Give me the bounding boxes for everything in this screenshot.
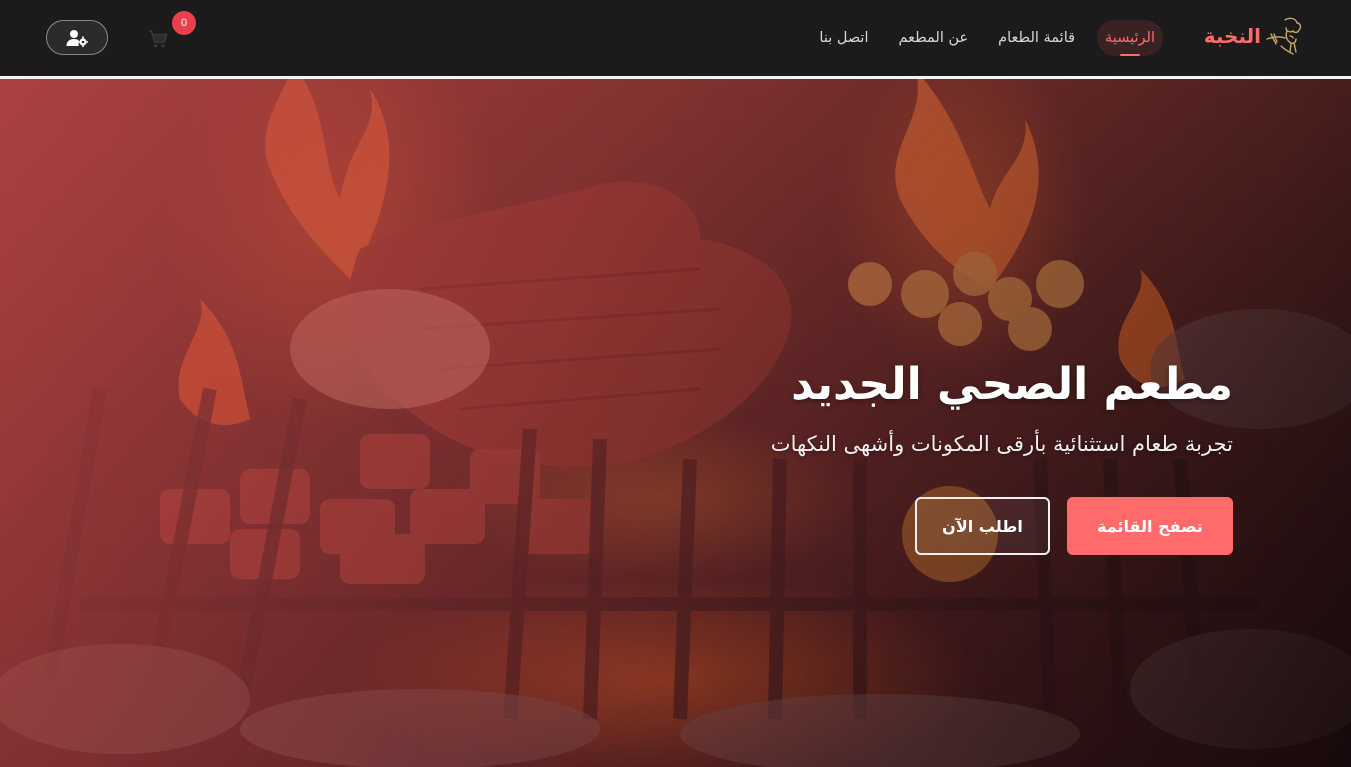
chef-logo-icon <box>1266 17 1302 55</box>
hero-title: مطعم الصحي الجديد <box>791 359 1233 410</box>
hero-subtitle: تجربة طعام استثنائية بأرقى المكونات وأشه… <box>770 432 1233 456</box>
nav-link-about[interactable]: عن المطعم <box>890 21 976 55</box>
brand-logo-link[interactable]: النخبة <box>1204 14 1305 58</box>
cart-icon <box>148 30 168 48</box>
hero-section: مطعم الصحي الجديد تجربة طعام استثنائية ب… <box>0 79 1351 767</box>
order-now-button[interactable]: اطلب الآن <box>915 497 1050 555</box>
hero-actions: تصفح القائمة اطلب الآن <box>593 497 1233 555</box>
hero-content: مطعم الصحي الجديد تجربة طعام استثنائية ب… <box>593 355 1233 555</box>
user-settings-icon <box>66 29 88 47</box>
cart-count-badge: 0 <box>172 11 196 35</box>
nav-link-home[interactable]: الرئيسية <box>1097 20 1163 56</box>
user-settings-button[interactable] <box>46 20 108 55</box>
brand-name: النخبة <box>1203 24 1261 48</box>
navbar: النخبة الرئيسية قائمة الطعام عن المطعم ا… <box>0 0 1351 79</box>
nav-link-menu[interactable]: قائمة الطعام <box>990 21 1083 55</box>
cart-button[interactable]: 0 <box>146 11 196 50</box>
nav-link-contact[interactable]: اتصل بنا <box>811 21 876 55</box>
browse-menu-button[interactable]: تصفح القائمة <box>1067 497 1233 555</box>
main-navigation: الرئيسية قائمة الطعام عن المطعم اتصل بنا <box>811 18 1163 58</box>
